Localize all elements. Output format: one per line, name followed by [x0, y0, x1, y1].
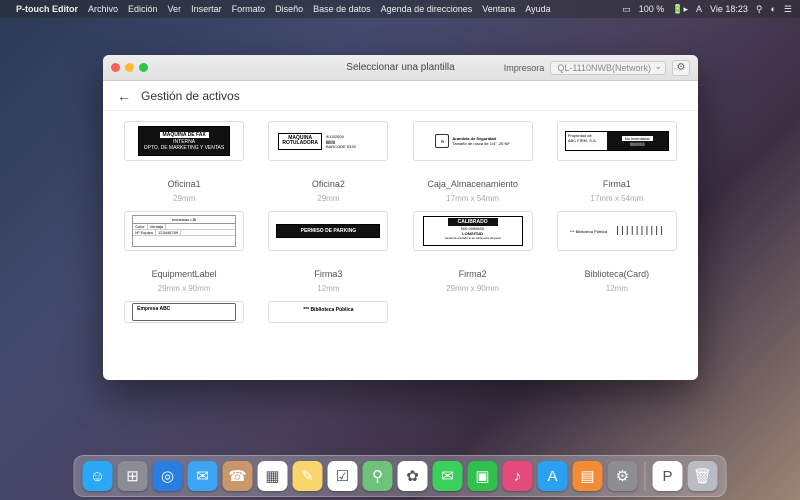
- minimize-window-button[interactable]: [125, 63, 134, 72]
- dock-launchpad-icon[interactable]: ⊞: [118, 461, 148, 491]
- template-name: Firma1: [603, 179, 631, 189]
- template-size: 12mm: [317, 284, 339, 293]
- macos-menubar: P-touch Editor Archivo Edición Ver Inser…: [0, 0, 800, 18]
- clock[interactable]: Vie 18:23: [710, 4, 748, 14]
- dock-calendar-icon[interactable]: ▦: [258, 461, 288, 491]
- template-card[interactable]: Propiedad deABC FIRM, S.A.No Inventariar…: [550, 121, 684, 203]
- template-card[interactable]: PERMISO DE PARKING Firma3 12mm: [261, 211, 395, 293]
- app-menu[interactable]: P-touch Editor: [16, 4, 78, 14]
- template-size: 29mm: [317, 194, 339, 203]
- template-card[interactable]: *** Biblioteca Pública|||||||||| Bibliot…: [550, 211, 684, 293]
- dock-finder-icon[interactable]: ☺: [83, 461, 113, 491]
- close-window-button[interactable]: [111, 63, 120, 72]
- dock-ptouch-icon[interactable]: P: [653, 461, 683, 491]
- dock-mail-icon[interactable]: ✉: [188, 461, 218, 491]
- menu-agenda[interactable]: Agenda de direcciones: [381, 4, 473, 14]
- dock-reminders-icon[interactable]: ☑: [328, 461, 358, 491]
- template-card[interactable]: *** Biblioteca Pública: [261, 301, 395, 323]
- window-titlebar[interactable]: Seleccionar una plantilla Impresora QL-1…: [103, 55, 698, 81]
- template-size: 29mm: [173, 194, 195, 203]
- text-input-icon[interactable]: A: [696, 4, 702, 14]
- dock-prefs-icon[interactable]: ⚙: [608, 461, 638, 491]
- menu-edicion[interactable]: Edición: [128, 4, 158, 14]
- dock-contacts-icon[interactable]: ☎: [223, 461, 253, 491]
- template-card[interactable]: MAQUINAROTULADORA9/13/2009||||||||BARCOD…: [261, 121, 395, 203]
- template-grid-scroll[interactable]: MÁQUINA DE FAXINTERNADPTO. DE MARKETING …: [103, 111, 698, 380]
- dock-safari-icon[interactable]: ◎: [153, 461, 183, 491]
- menu-insertar[interactable]: Insertar: [191, 4, 222, 14]
- template-name: Biblioteca(Card): [585, 269, 650, 279]
- dock-maps-icon[interactable]: ⚲: [363, 461, 393, 491]
- menu-ventana[interactable]: Ventana: [482, 4, 515, 14]
- battery-icon: 🔋▸: [672, 4, 688, 15]
- menu-ver[interactable]: Ver: [168, 4, 182, 14]
- template-card[interactable]: ⚙Arandela de SeguridadTamaño de rosca de…: [406, 121, 540, 203]
- template-size: 17mm x 54mm: [446, 194, 499, 203]
- settings-button[interactable]: ⚙: [672, 60, 690, 76]
- notification-icon[interactable]: ☰: [784, 4, 792, 15]
- template-card[interactable]: Empresa ABC: [117, 301, 251, 323]
- dock-notes-icon[interactable]: ✎: [293, 461, 323, 491]
- dock-trash-icon[interactable]: 🗑: [688, 461, 718, 491]
- menu-diseno[interactable]: Diseño: [275, 4, 303, 14]
- sub-header: ← Gestión de activos: [103, 81, 698, 111]
- gear-icon: ⚙: [677, 62, 686, 73]
- template-picker-window: Seleccionar una plantilla Impresora QL-1…: [103, 55, 698, 380]
- control-center-icon[interactable]: ◐: [770, 4, 775, 14]
- template-card[interactable]: Industrias LBIColorVentajaNº Equipo12344…: [117, 211, 251, 293]
- template-size: 12mm: [606, 284, 628, 293]
- menu-basedatos[interactable]: Base de datos: [313, 4, 371, 14]
- template-name: Caja_Almacenamiento: [427, 179, 518, 189]
- menu-formato[interactable]: Formato: [232, 4, 266, 14]
- template-name: Firma3: [314, 269, 342, 279]
- dock-facetime-icon[interactable]: ▣: [468, 461, 498, 491]
- menu-ayuda[interactable]: Ayuda: [525, 4, 550, 14]
- macos-dock: ☺⊞◎✉☎▦✎☑⚲✿✉▣♪A▤⚙P🗑: [74, 455, 727, 497]
- template-card[interactable]: CALIBRADON/0 0090830LONGITUDGarantía anu…: [406, 211, 540, 293]
- zoom-window-button[interactable]: [139, 63, 148, 72]
- spotlight-icon[interactable]: ⚲: [756, 4, 763, 15]
- template-card[interactable]: MÁQUINA DE FAXINTERNADPTO. DE MARKETING …: [117, 121, 251, 203]
- template-size: 29mm x 90mm: [158, 284, 211, 293]
- printer-dropdown[interactable]: QL-1110NWB(Network): [550, 61, 666, 75]
- menu-archivo[interactable]: Archivo: [88, 4, 118, 14]
- dock-photos-icon[interactable]: ✿: [398, 461, 428, 491]
- dock-messages-icon[interactable]: ✉: [433, 461, 463, 491]
- template-name: Firma2: [459, 269, 487, 279]
- battery-status[interactable]: 100 %: [639, 4, 665, 14]
- back-button[interactable]: ←: [117, 88, 131, 104]
- page-heading: Gestión de activos: [141, 89, 240, 103]
- printer-label: Impresora: [504, 63, 545, 73]
- template-size: 29mm x 90mm: [446, 284, 499, 293]
- dock-itunes-icon[interactable]: ♪: [503, 461, 533, 491]
- template-size: 17mm x 54mm: [590, 194, 643, 203]
- template-name: EquipmentLabel: [152, 269, 217, 279]
- template-name: Oficina2: [312, 179, 345, 189]
- dock-books-icon[interactable]: ▤: [573, 461, 603, 491]
- airplay-icon[interactable]: ▭: [622, 4, 631, 15]
- template-name: Oficina1: [168, 179, 201, 189]
- dock-appstore-icon[interactable]: A: [538, 461, 568, 491]
